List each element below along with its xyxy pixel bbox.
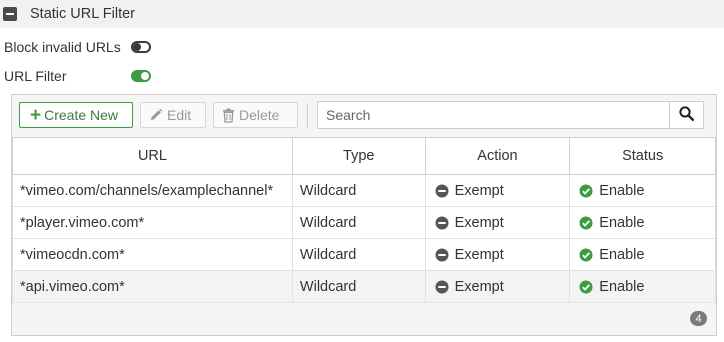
action-cell: Exempt: [424, 206, 571, 239]
edit-label: Edit: [167, 107, 192, 123]
minus-square-icon[interactable]: [3, 7, 17, 21]
url-filter-label: URL Filter: [4, 68, 67, 84]
check-circle-icon: [579, 248, 593, 262]
trash-icon: [222, 108, 235, 123]
type-cell: Wildcard: [291, 174, 426, 207]
action-label: Exempt: [454, 182, 504, 199]
status-label: Enable: [599, 278, 645, 295]
block-invalid-urls-toggle[interactable]: [131, 41, 151, 53]
column-header-action[interactable]: Action: [424, 137, 571, 175]
table-header-row: URL Type Action Status: [12, 137, 716, 175]
pencil-icon: [149, 108, 163, 122]
status-cell: Enable: [569, 206, 716, 239]
status-label: Enable: [599, 246, 645, 263]
action-label: Exempt: [454, 214, 504, 231]
url-cell: *vimeocdn.com*: [12, 238, 293, 271]
action-cell: Exempt: [424, 174, 571, 207]
url-filter-toggle[interactable]: [131, 70, 151, 82]
section-title: Static URL Filter: [30, 6, 136, 22]
check-circle-icon: [579, 184, 593, 198]
url-cell: *vimeo.com/channels/examplechannel*: [12, 174, 293, 207]
search-icon: [679, 106, 695, 124]
minus-circle-icon: [435, 184, 449, 198]
action-label: Exempt: [454, 278, 504, 295]
status-label: Enable: [599, 182, 645, 199]
block-invalid-urls-label: Block invalid URLs: [4, 39, 121, 55]
table-row[interactable]: *vimeocdn.com* Wildcard Exempt Enable: [12, 238, 716, 271]
type-cell: Wildcard: [291, 206, 426, 239]
toolbar-divider: [307, 104, 308, 128]
delete-button[interactable]: Delete: [213, 102, 298, 128]
column-header-url[interactable]: URL: [12, 137, 293, 175]
url-filter-panel: + Create New Edit Delete URL: [11, 94, 717, 336]
url-cell: *player.vimeo.com*: [12, 206, 293, 239]
minus-circle-icon: [435, 248, 449, 262]
plus-icon: +: [30, 104, 42, 126]
url-filter-table: URL Type Action Status *vimeo.com/channe…: [12, 137, 716, 303]
column-header-status[interactable]: Status: [569, 137, 716, 175]
section-header: Static URL Filter: [0, 0, 724, 28]
search-button[interactable]: [669, 101, 704, 129]
type-cell: Wildcard: [291, 270, 426, 303]
type-cell: Wildcard: [291, 238, 426, 271]
status-label: Enable: [599, 214, 645, 231]
table-row[interactable]: *api.vimeo.com* Wildcard Exempt Enable: [12, 270, 716, 303]
action-cell: Exempt: [424, 270, 571, 303]
status-cell: Enable: [569, 174, 716, 207]
url-filter-row: URL Filter: [4, 66, 67, 86]
url-cell: *api.vimeo.com*: [12, 270, 293, 303]
action-cell: Exempt: [424, 238, 571, 271]
status-cell: Enable: [569, 270, 716, 303]
minus-circle-icon: [435, 280, 449, 294]
minus-circle-icon: [435, 216, 449, 230]
edit-button[interactable]: Edit: [140, 102, 206, 128]
action-label: Exempt: [454, 246, 504, 263]
delete-label: Delete: [239, 107, 280, 123]
create-new-button[interactable]: + Create New: [19, 102, 133, 128]
column-header-type[interactable]: Type: [291, 137, 426, 175]
row-count-badge: 4: [690, 311, 707, 326]
table-row[interactable]: *vimeo.com/channels/examplechannel* Wild…: [12, 174, 716, 207]
search-input[interactable]: [318, 102, 669, 128]
check-circle-icon: [579, 280, 593, 294]
toolbar: + Create New Edit Delete: [12, 95, 716, 137]
status-cell: Enable: [569, 238, 716, 271]
check-circle-icon: [579, 216, 593, 230]
search-box: [317, 101, 670, 129]
block-invalid-urls-row: Block invalid URLs: [4, 37, 121, 57]
create-new-label: Create New: [44, 107, 119, 123]
table-row[interactable]: *player.vimeo.com* Wildcard Exempt Enabl…: [12, 206, 716, 239]
